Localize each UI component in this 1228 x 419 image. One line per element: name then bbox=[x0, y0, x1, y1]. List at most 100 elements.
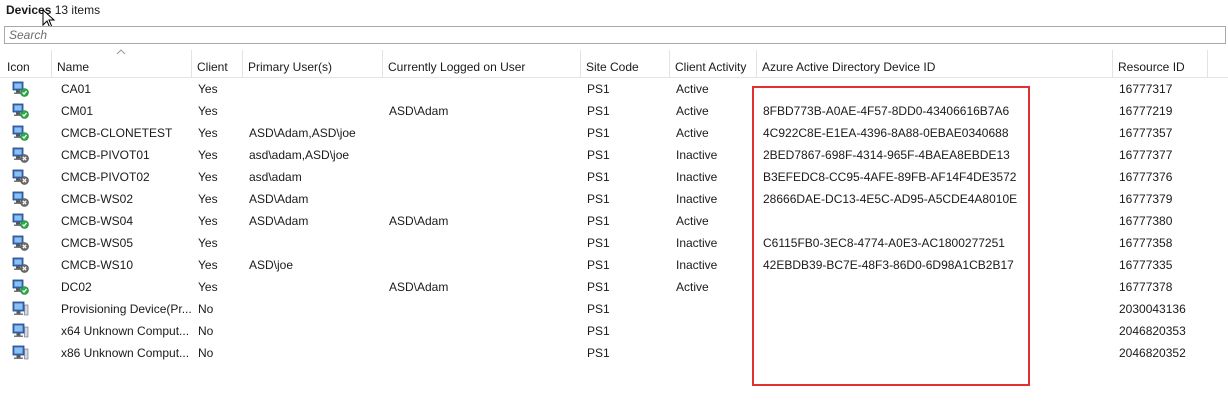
cell-icon bbox=[2, 188, 52, 210]
cell-site-code: PS1 bbox=[587, 192, 610, 206]
table-row[interactable]: CMCB-PIVOT01 Yes asd\adam,ASD\joe PS1 Inacti… bbox=[0, 144, 1228, 166]
cell-client: Yes bbox=[198, 280, 218, 294]
managed-device-icon bbox=[12, 103, 29, 119]
cell-logged-on-user bbox=[389, 144, 579, 166]
cell-site-code: PS1 bbox=[587, 148, 610, 162]
table-row[interactable]: CMCB-WS10 Yes ASD\joe PS1 Inactive 42EBDB39-B… bbox=[0, 254, 1228, 276]
cell-client: No bbox=[198, 324, 214, 338]
cell-client: Yes bbox=[198, 192, 218, 206]
cell-icon bbox=[2, 254, 52, 276]
table-row[interactable]: CMCB-WS02 Yes ASD\Adam PS1 Inactive 28666DAE-… bbox=[0, 188, 1228, 210]
cell-logged-on-user bbox=[389, 342, 579, 364]
cell-site-code: PS1 bbox=[587, 258, 610, 272]
cell-client: Yes bbox=[198, 170, 218, 184]
cell-resource-id: 2046820353 bbox=[1119, 324, 1186, 338]
cell-site-code: PS1 bbox=[587, 104, 610, 118]
cell-logged-on-user bbox=[389, 298, 579, 320]
unmanaged-device-icon bbox=[12, 301, 29, 316]
cell-client-activity bbox=[676, 320, 755, 342]
cell-resource-id: 16777357 bbox=[1119, 126, 1173, 140]
cell-client-activity bbox=[676, 298, 755, 320]
cell-icon bbox=[2, 122, 52, 144]
cell-primary-users bbox=[249, 100, 381, 122]
cell-client: Yes bbox=[198, 82, 218, 96]
column-header-resource-id[interactable]: Resource ID bbox=[1113, 50, 1208, 77]
cell-logged-on-user: ASD\Adam bbox=[389, 214, 449, 228]
grid-header: Icon Name Client Primary User(s) Currently L… bbox=[0, 49, 1228, 78]
cell-logged-on-user: ASD\Adam bbox=[389, 280, 449, 294]
cell-name: CMCB-WS04 bbox=[61, 214, 134, 228]
cell-site-code: PS1 bbox=[587, 170, 610, 184]
cell-client: Yes bbox=[198, 104, 218, 118]
cell-primary-users bbox=[249, 232, 381, 254]
cell-client: Yes bbox=[198, 126, 218, 140]
cell-name: CMCB-WS05 bbox=[61, 236, 134, 250]
cell-primary-users bbox=[249, 342, 381, 364]
cell-name: CM01 bbox=[61, 104, 94, 118]
cell-resource-id: 2046820352 bbox=[1119, 346, 1186, 360]
table-row[interactable]: DC02 Yes ASD\Adam PS1 Active 16777378 bbox=[0, 276, 1228, 298]
cell-name: DC02 bbox=[61, 280, 92, 294]
cell-icon bbox=[2, 342, 52, 364]
table-row[interactable]: Provisioning Device(Pr... No PS1 2030043136 bbox=[0, 298, 1228, 320]
cell-icon bbox=[2, 144, 52, 166]
cell-client: No bbox=[198, 302, 214, 316]
column-header-primary-users[interactable]: Primary User(s) bbox=[243, 50, 383, 77]
cell-client: Yes bbox=[198, 148, 218, 162]
column-header-icon[interactable]: Icon bbox=[2, 50, 52, 77]
table-row[interactable]: CMCB-WS05 Yes PS1 Inactive C6115FB0-3EC8-477… bbox=[0, 232, 1228, 254]
cell-client-activity: Inactive bbox=[676, 236, 718, 250]
search-input[interactable] bbox=[5, 27, 1225, 43]
inactive-device-icon bbox=[12, 191, 29, 207]
cell-primary-users: asd\adam bbox=[249, 170, 302, 184]
cell-resource-id: 16777377 bbox=[1119, 148, 1173, 162]
column-header-site-code[interactable]: Site Code bbox=[581, 50, 670, 77]
cell-primary-users: asd\adam,ASD\joe bbox=[249, 148, 350, 162]
table-row[interactable]: CA01 Yes PS1 Active 16777317 bbox=[0, 78, 1228, 100]
cell-icon bbox=[2, 210, 52, 232]
cell-resource-id: 16777317 bbox=[1119, 82, 1173, 96]
table-row[interactable]: x86 Unknown Comput... No PS1 2046820352 bbox=[0, 342, 1228, 364]
inactive-device-icon bbox=[12, 147, 29, 163]
column-header-aad-device-id[interactable]: Azure Active Directory Device ID bbox=[757, 50, 1113, 77]
column-header-client-activity[interactable]: Client Activity bbox=[670, 50, 757, 77]
inactive-device-icon bbox=[12, 257, 29, 273]
cell-site-code: PS1 bbox=[587, 302, 610, 316]
cell-site-code: PS1 bbox=[587, 214, 610, 228]
cell-site-code: PS1 bbox=[587, 346, 610, 360]
cell-site-code: PS1 bbox=[587, 126, 610, 140]
cell-primary-users bbox=[249, 298, 381, 320]
cell-client-activity: Inactive bbox=[676, 170, 718, 184]
table-row[interactable]: x64 Unknown Comput... No PS1 2046820353 bbox=[0, 320, 1228, 342]
devices-grid: Icon Name Client Primary User(s) Currently L… bbox=[0, 49, 1228, 419]
cell-client-activity: Inactive bbox=[676, 192, 718, 206]
table-row[interactable]: CMCB-CLONETEST Yes ASD\Adam,ASD\joe PS1 Acti… bbox=[0, 122, 1228, 144]
cell-client: Yes bbox=[198, 214, 218, 228]
inactive-device-icon bbox=[12, 169, 29, 185]
managed-device-icon bbox=[12, 81, 29, 97]
search-box[interactable] bbox=[4, 26, 1226, 44]
cell-client-activity: Active bbox=[676, 82, 709, 96]
column-header-name[interactable]: Name bbox=[52, 50, 192, 77]
cell-name: CMCB-WS02 bbox=[61, 192, 134, 206]
unmanaged-device-icon bbox=[12, 323, 29, 338]
cell-icon bbox=[2, 320, 52, 342]
column-header-logged-on-user[interactable]: Currently Logged on User bbox=[383, 50, 581, 77]
table-row[interactable]: CMCB-WS04 Yes ASD\Adam ASD\Adam PS1 Active 167… bbox=[0, 210, 1228, 232]
column-header-client[interactable]: Client bbox=[192, 50, 243, 77]
table-row[interactable]: CM01 Yes ASD\Adam PS1 Active 8FBD773B-A0AE-4F… bbox=[0, 100, 1228, 122]
cell-name: CMCB-PIVOT01 bbox=[61, 148, 150, 162]
cell-name: CA01 bbox=[61, 82, 92, 96]
cell-resource-id: 16777380 bbox=[1119, 214, 1173, 228]
cell-name: Provisioning Device(Pr... bbox=[61, 302, 192, 316]
cell-site-code: PS1 bbox=[587, 82, 610, 96]
cell-resource-id: 16777219 bbox=[1119, 104, 1173, 118]
cell-name: x64 Unknown Comput... bbox=[61, 324, 190, 338]
cell-icon bbox=[2, 232, 52, 254]
cell-client-activity: Inactive bbox=[676, 148, 718, 162]
cell-resource-id: 16777358 bbox=[1119, 236, 1173, 250]
table-row[interactable]: CMCB-PIVOT02 Yes asd\adam PS1 Inactive B3EFED… bbox=[0, 166, 1228, 188]
cell-client-activity: Active bbox=[676, 104, 709, 118]
cell-name: x86 Unknown Comput... bbox=[61, 346, 190, 360]
cell-client: Yes bbox=[198, 236, 218, 250]
